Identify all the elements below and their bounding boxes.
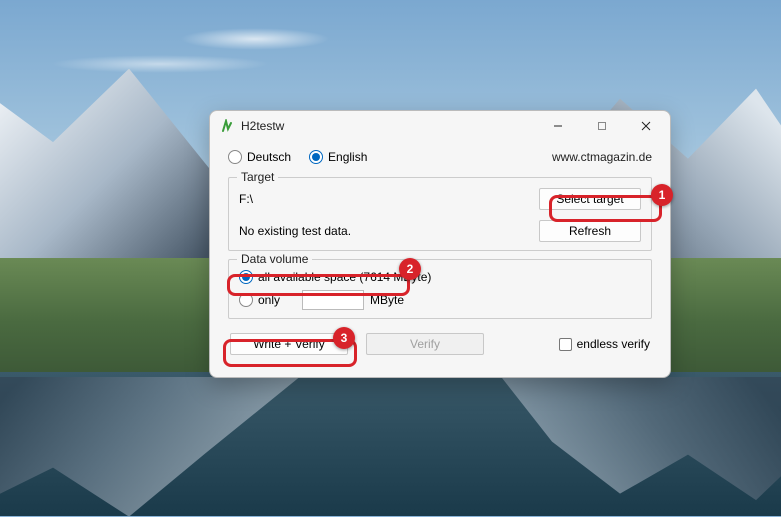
radio-label-de: Deutsch <box>247 150 291 164</box>
radio-only-label: only <box>258 293 280 307</box>
radio-english[interactable]: English <box>309 150 367 164</box>
radio-icon <box>239 293 253 307</box>
write-verify-button[interactable]: Write + Verify <box>230 333 348 355</box>
radio-all-space[interactable]: all available space (7614 MByte) <box>239 270 431 284</box>
minimize-button[interactable] <box>536 112 580 140</box>
website-link[interactable]: www.ctmagazin.de <box>552 150 652 164</box>
radio-icon <box>228 150 242 164</box>
verify-button[interactable]: Verify <box>366 333 484 355</box>
app-icon <box>220 119 234 133</box>
only-unit-label: MByte <box>370 293 404 307</box>
data-volume-group: Data volume all available space (7614 MB… <box>228 259 652 319</box>
target-group-label: Target <box>237 170 278 184</box>
target-group: Target F:\ Select target No existing tes… <box>228 177 652 251</box>
data-volume-group-label: Data volume <box>237 252 312 266</box>
select-target-button[interactable]: Select target <box>539 188 641 210</box>
radio-deutsch[interactable]: Deutsch <box>228 150 291 164</box>
only-amount-input[interactable] <box>302 290 364 310</box>
radio-icon <box>309 150 323 164</box>
radio-label-en: English <box>328 150 367 164</box>
checkbox-icon <box>559 338 572 351</box>
refresh-button[interactable]: Refresh <box>539 220 641 242</box>
maximize-button[interactable] <box>580 112 624 140</box>
target-status: No existing test data. <box>239 224 539 238</box>
radio-all-space-label: all available space (7614 MByte) <box>258 270 431 284</box>
endless-verify-checkbox[interactable]: endless verify <box>559 337 650 351</box>
titlebar: H2testw <box>210 111 670 141</box>
radio-only[interactable]: only <box>239 293 280 307</box>
close-button[interactable] <box>624 112 668 140</box>
endless-verify-label: endless verify <box>577 337 650 351</box>
target-path: F:\ <box>239 192 539 206</box>
app-window: H2testw Deutsch English www.ctmagazin.de <box>209 110 671 378</box>
window-title: H2testw <box>241 119 284 133</box>
radio-icon <box>239 270 253 284</box>
